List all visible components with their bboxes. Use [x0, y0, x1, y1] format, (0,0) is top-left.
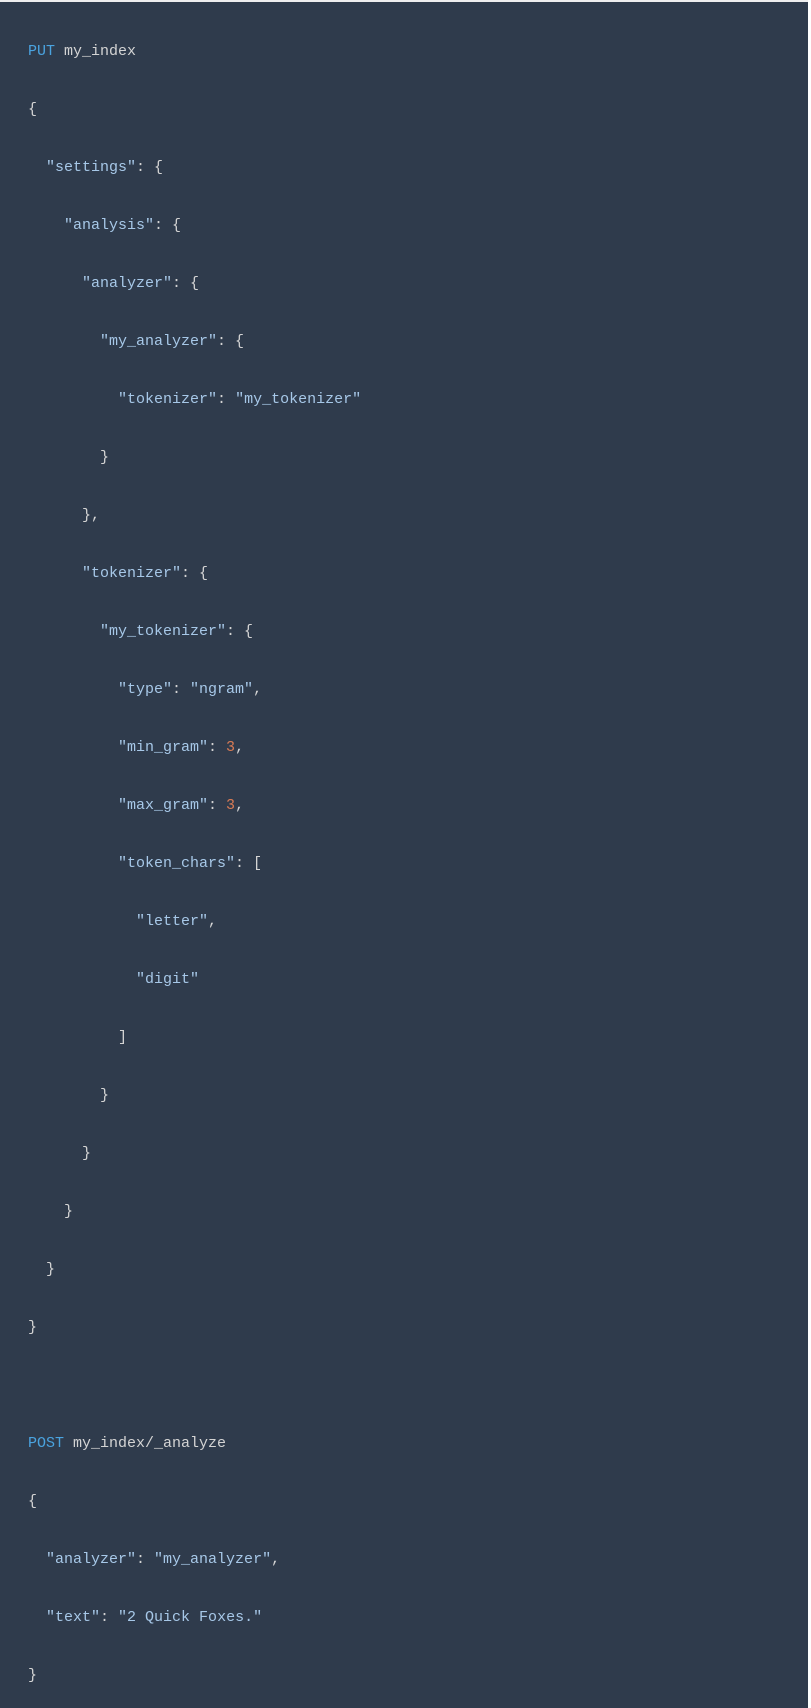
http-method: POST — [28, 1435, 64, 1452]
code-line: "max_gram": 3, — [0, 791, 808, 820]
code-line: "my_tokenizer": { — [0, 617, 808, 646]
code-line: } — [0, 1255, 808, 1284]
code-line: { — [0, 1487, 808, 1516]
code-line: "letter", — [0, 907, 808, 936]
http-path: my_index/_analyze — [73, 1435, 226, 1452]
code-line: } — [0, 1197, 808, 1226]
code-line: } — [0, 1139, 808, 1168]
code-line: POST my_index/_analyze — [0, 1429, 808, 1458]
code-line: "text": "2 Quick Foxes." — [0, 1603, 808, 1632]
code-line: } — [0, 1661, 808, 1690]
code-line: "type": "ngram", — [0, 675, 808, 704]
code-line: "digit" — [0, 965, 808, 994]
code-editor[interactable]: PUT my_index { "settings": { "analysis":… — [0, 0, 808, 1708]
blank-line — [0, 1371, 808, 1400]
code-line: "settings": { — [0, 153, 808, 182]
code-line: } — [0, 1313, 808, 1342]
code-line: "token_chars": [ — [0, 849, 808, 878]
code-line: } — [0, 443, 808, 472]
code-line: "my_analyzer": { — [0, 327, 808, 356]
code-line: ] — [0, 1023, 808, 1052]
code-line: "analysis": { — [0, 211, 808, 240]
code-line: "analyzer": { — [0, 269, 808, 298]
http-path: my_index — [64, 43, 136, 60]
code-line: { — [0, 95, 808, 124]
code-line: } — [0, 1081, 808, 1110]
code-line: "tokenizer": { — [0, 559, 808, 588]
code-line: PUT my_index — [0, 37, 808, 66]
http-method: PUT — [28, 43, 55, 60]
code-line: }, — [0, 501, 808, 530]
code-line: "tokenizer": "my_tokenizer" — [0, 385, 808, 414]
code-line: "analyzer": "my_analyzer", — [0, 1545, 808, 1574]
code-line: "min_gram": 3, — [0, 733, 808, 762]
